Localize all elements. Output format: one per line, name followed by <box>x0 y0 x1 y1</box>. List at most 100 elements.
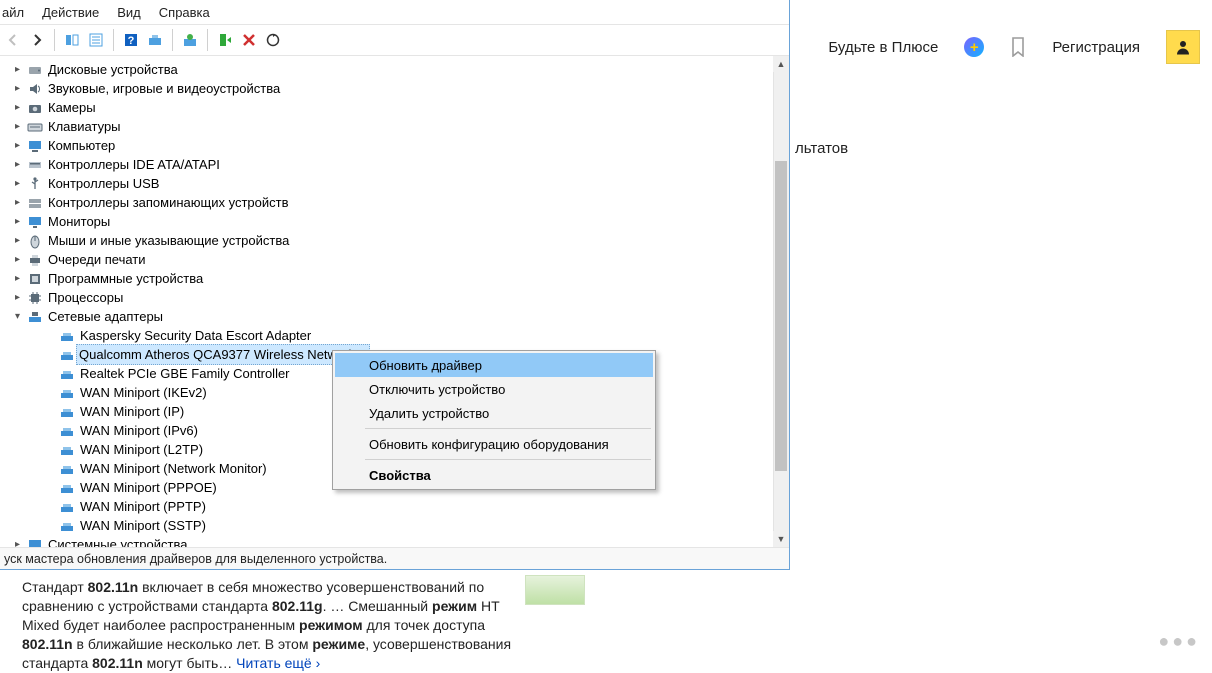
device-label: WAN Miniport (IPv6) <box>79 421 199 440</box>
adapter-icon <box>59 328 75 344</box>
expand-icon[interactable]: ▸ <box>12 292 23 303</box>
expand-icon[interactable]: ▸ <box>12 273 23 284</box>
tree-category[interactable]: ▸ Контроллеры IDE ATA/ATAPI <box>6 155 773 174</box>
adapter-icon <box>59 480 75 496</box>
plus-label[interactable]: Будьте в Плюсе <box>828 39 938 56</box>
ctx-separator <box>365 428 651 429</box>
printer-icon <box>27 252 43 268</box>
device-label: Realtek PCIe GBE Family Controller <box>79 364 291 383</box>
category-label: Очереди печати <box>47 250 147 269</box>
category-label: Дисковые устройства <box>47 60 179 79</box>
snippet-thumbnail[interactable] <box>525 575 585 605</box>
expand-icon[interactable]: ▸ <box>12 159 23 170</box>
category-label: Контроллеры запоминающих устройств <box>47 193 289 212</box>
toolbar-show-hidden[interactable] <box>61 29 83 51</box>
tree-category[interactable]: ▸ Камеры <box>6 98 773 117</box>
expand-icon[interactable]: ▸ <box>12 102 23 113</box>
device-label: WAN Miniport (L2TP) <box>79 440 204 459</box>
ide-icon <box>27 157 43 173</box>
expand-icon[interactable]: ▸ <box>12 178 23 189</box>
toolbar-enable[interactable] <box>214 29 236 51</box>
expand-icon[interactable]: ▸ <box>12 235 23 246</box>
tree-category[interactable]: ▸ Звуковые, игровые и видеоустройства <box>6 79 773 98</box>
category-label: Сетевые адаптеры <box>47 307 164 326</box>
tree-device[interactable]: WAN Miniport (PPTP) <box>6 497 773 516</box>
network-icon <box>27 309 43 325</box>
menu-file[interactable]: айл <box>2 5 24 20</box>
category-label: Звуковые, игровые и видеоустройства <box>47 79 281 98</box>
ctx-uninstall-device[interactable]: Удалить устройство <box>335 401 653 425</box>
tree-category[interactable]: ▸ Дисковые устройства <box>6 60 773 79</box>
read-more-link[interactable]: Читать ещё › <box>236 655 320 671</box>
menu-action[interactable]: Действие <box>42 5 99 20</box>
toolbar-update-driver[interactable] <box>179 29 201 51</box>
results-fragment: льтатов <box>795 140 848 157</box>
ctx-scan-hardware[interactable]: Обновить конфигурацию оборудования <box>335 432 653 456</box>
ctx-update-driver[interactable]: Обновить драйвер <box>335 353 653 377</box>
system-icon <box>27 537 43 548</box>
status-bar: уск мастера обновления драйверов для выд… <box>0 547 789 569</box>
loading-dots-icon: ●●● <box>1158 631 1200 652</box>
tree-category[interactable]: ▸Клавиатуры <box>6 117 773 136</box>
cpu-icon <box>27 290 43 306</box>
svg-text:?: ? <box>128 35 135 47</box>
tree-category[interactable]: ▸ Контроллеры запоминающих устройств <box>6 193 773 212</box>
device-label: WAN Miniport (SSTP) <box>79 516 207 535</box>
tree-category[interactable]: ▸Мыши и иные указывающие устройства <box>6 231 773 250</box>
device-label: Kaspersky Security Data Escort Adapter <box>79 326 312 345</box>
adapter-icon <box>59 442 75 458</box>
category-label: Системные устройства <box>47 535 188 547</box>
expand-icon[interactable]: ▸ <box>12 216 23 227</box>
tree-category[interactable]: ▸Процессоры <box>6 288 773 307</box>
tree-category[interactable]: ▸ Очереди печати <box>6 250 773 269</box>
expand-icon[interactable]: ▸ <box>12 140 23 151</box>
tree-category-network[interactable]: ▾ Сетевые адаптеры <box>6 307 773 326</box>
device-label: WAN Miniport (IP) <box>79 402 185 421</box>
toolbar-forward[interactable] <box>26 29 48 51</box>
scroll-up[interactable]: ▲ <box>773 56 789 72</box>
toolbar-scan[interactable] <box>144 29 166 51</box>
device-label: WAN Miniport (IKEv2) <box>79 383 208 402</box>
adapter-icon <box>59 404 75 420</box>
expand-icon[interactable]: ▸ <box>12 64 23 75</box>
mouse-icon <box>27 233 43 249</box>
register-link[interactable]: Регистрация <box>1052 39 1140 56</box>
bookmark-icon[interactable] <box>1010 37 1026 57</box>
tree-category[interactable]: ▸Программные устройства <box>6 269 773 288</box>
tree-device[interactable]: Kaspersky Security Data Escort Adapter <box>6 326 773 345</box>
tree-category[interactable]: ▸Контроллеры USB <box>6 174 773 193</box>
scroll-thumb[interactable] <box>775 161 787 471</box>
expand-icon[interactable]: ▸ <box>12 539 23 547</box>
tree-device[interactable]: WAN Miniport (SSTP) <box>6 516 773 535</box>
toolbar-properties[interactable] <box>85 29 107 51</box>
scroll-down[interactable]: ▼ <box>773 531 789 547</box>
category-label: Мониторы <box>47 212 111 231</box>
firmware-icon <box>27 271 43 287</box>
category-label: Контроллеры IDE ATA/ATAPI <box>47 155 221 174</box>
collapse-icon[interactable]: ▾ <box>12 311 23 322</box>
adapter-icon <box>59 461 75 477</box>
toolbar-help[interactable]: ? <box>120 29 142 51</box>
toolbar-uninstall[interactable] <box>238 29 260 51</box>
expand-icon[interactable]: ▸ <box>12 83 23 94</box>
plus-icon[interactable] <box>964 37 984 57</box>
context-menu: Обновить драйвер Отключить устройство Уд… <box>332 350 656 490</box>
expand-icon[interactable]: ▸ <box>12 197 23 208</box>
expand-icon[interactable]: ▸ <box>12 121 23 132</box>
adapter-icon <box>59 518 75 534</box>
ctx-disable-device[interactable]: Отключить устройство <box>335 377 653 401</box>
category-label: Камеры <box>47 98 97 117</box>
profile-button[interactable] <box>1166 30 1200 64</box>
tree-category[interactable]: ▸ Мониторы <box>6 212 773 231</box>
expand-icon[interactable]: ▸ <box>12 254 23 265</box>
device-label: WAN Miniport (PPPOE) <box>79 478 218 497</box>
menu-help[interactable]: Справка <box>159 5 210 20</box>
device-label: WAN Miniport (PPTP) <box>79 497 207 516</box>
tree-category[interactable]: ▸Компьютер <box>6 136 773 155</box>
menu-view[interactable]: Вид <box>117 5 141 20</box>
ctx-properties[interactable]: Свойства <box>335 463 653 487</box>
toolbar-refresh[interactable] <box>262 29 284 51</box>
tree-scrollbar[interactable]: ▲ ▼ <box>773 56 789 547</box>
tree-category[interactable]: ▸ Системные устройства <box>6 535 773 547</box>
toolbar-back[interactable] <box>2 29 24 51</box>
